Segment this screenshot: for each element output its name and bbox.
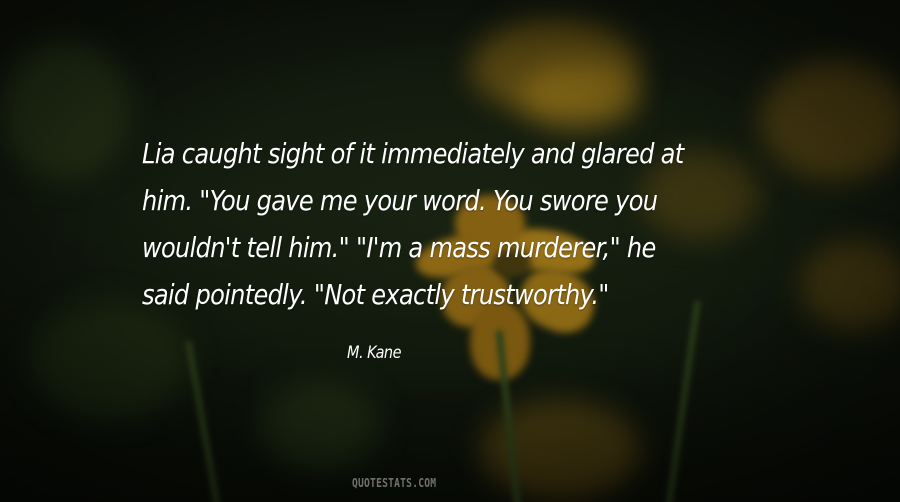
quote-line: Lia caught sight of it immediately and g… bbox=[142, 137, 684, 170]
quote-card: Lia caught sight of it immediately and g… bbox=[0, 0, 900, 502]
watermark: QUOTESTATS.COM bbox=[352, 476, 437, 490]
quote-text: Lia caught sight of it immediately and g… bbox=[142, 130, 692, 318]
quote-line: said pointedly. "Not exactly trustworthy… bbox=[142, 278, 609, 311]
quote-line: wouldn't tell him." "I'm a mass murderer… bbox=[142, 231, 656, 264]
quote-author: M. Kane bbox=[347, 343, 401, 363]
quote-line: him. "You gave me your word. You swore y… bbox=[142, 184, 658, 217]
